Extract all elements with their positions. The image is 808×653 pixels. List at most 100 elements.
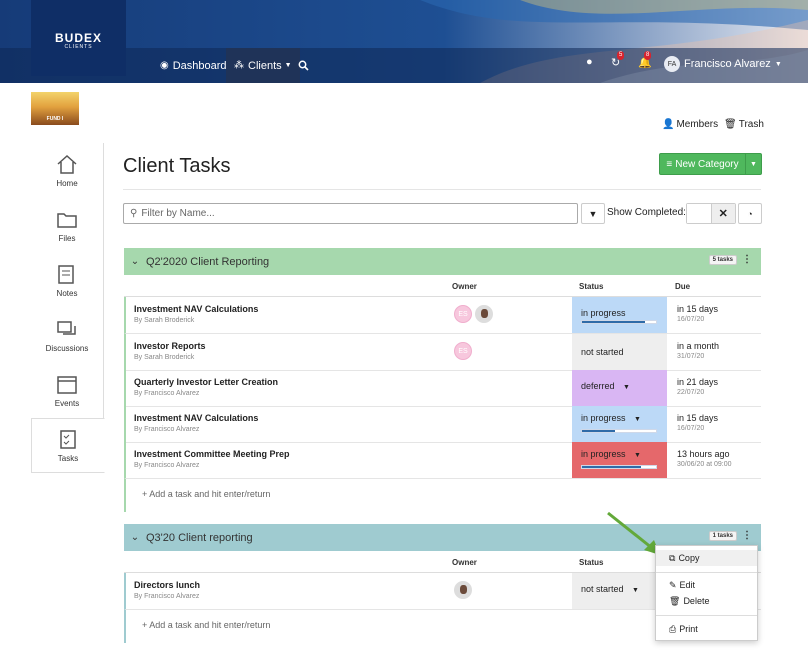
messages-badge: 5 <box>617 51 625 60</box>
menu-item-copy[interactable]: ⧉ Copy <box>656 550 757 566</box>
list-icon: ≡ <box>666 158 673 170</box>
kebab-menu-icon[interactable]: ⋮ <box>742 254 752 265</box>
due-date: 31/07/20 <box>677 353 705 360</box>
sidebar-item-files[interactable]: Files <box>31 198 103 253</box>
filter-button[interactable]: ▼ <box>581 203 605 224</box>
show-completed-label: Show Completed: <box>607 207 686 218</box>
column-due: Due <box>675 282 691 291</box>
search-icon: ⚲ <box>130 208 138 219</box>
calendar-icon <box>57 376 77 394</box>
sidebar: Home Files Notes Discussions Events Task… <box>31 143 105 473</box>
trash-label: Trash <box>738 119 764 130</box>
task-title[interactable]: Investment NAV Calculations <box>134 413 258 423</box>
nav-dashboard[interactable]: ◉ Dashboard <box>152 48 235 83</box>
user-menu[interactable]: FA Francisco Alvarez ▼ <box>664 56 782 72</box>
sidebar-item-notes[interactable]: Notes <box>31 253 103 308</box>
new-category-dropdown[interactable]: ▼ <box>746 161 761 168</box>
task-count-badge: 5 tasks <box>708 255 737 265</box>
trash-icon: 🗑 <box>724 119 737 130</box>
status-dropdown[interactable]: in progress ▼ <box>572 442 667 478</box>
new-category-label: New Category <box>675 158 739 170</box>
chevron-down-icon: ▼ <box>774 60 782 68</box>
task-title[interactable]: Investor Reports <box>134 341 206 351</box>
kebab-menu-icon[interactable]: ⋮ <box>742 530 752 541</box>
alerts-button[interactable]: 🔔 8 <box>638 51 652 69</box>
progress-bar <box>581 429 657 433</box>
sidebar-item-discussions[interactable]: Discussions <box>31 308 103 363</box>
task-title[interactable]: Quarterly Investor Letter Creation <box>134 377 278 387</box>
menu-item-print[interactable]: ⎙ Print <box>656 621 757 637</box>
sidebar-item-events[interactable]: Events <box>31 363 103 418</box>
status-dropdown[interactable]: not started ▼ <box>572 573 667 609</box>
due-relative: 13 hours ago <box>677 449 730 459</box>
search-button[interactable] <box>290 48 317 83</box>
task-author: By Francisco Alvarez <box>134 593 200 600</box>
new-category-main[interactable]: ≡ New Category <box>660 154 746 174</box>
sidebar-item-label: Files <box>58 234 76 243</box>
category-name: Q2'2020 Client Reporting <box>146 255 270 268</box>
fund-label: FUND I <box>46 116 64 122</box>
table-row[interactable]: Quarterly Investor Letter Creation By Fr… <box>124 370 761 407</box>
chevron-down-icon[interactable]: ⌄ <box>124 532 146 543</box>
trash-link[interactable]: 🗑 Trash <box>724 119 764 130</box>
table-row[interactable]: Investor Reports By Sarah Broderick ES n… <box>124 334 761 371</box>
toggle-off[interactable]: ✕ <box>711 204 735 223</box>
due-relative: in 15 days <box>677 413 719 423</box>
caret-down-icon: ▼ <box>634 452 641 459</box>
nav-clients-label: Clients <box>248 59 282 72</box>
new-category-button[interactable]: ≡ New Category ▼ <box>659 153 762 175</box>
trash-icon: 🗑 <box>669 595 681 606</box>
task-author: By Sarah Broderick <box>134 354 195 361</box>
category-header[interactable]: ⌄ Q2'2020 Client Reporting 5 tasks ⋮ <box>124 248 761 275</box>
chat-button[interactable]: ● <box>586 56 593 68</box>
avatar[interactable] <box>454 581 472 599</box>
members-link[interactable]: 👤 Members <box>662 119 718 130</box>
menu-item-delete[interactable]: 🗑 Delete <box>656 593 757 609</box>
avatar[interactable]: ES <box>454 305 472 323</box>
due-cell: 13 hours ago 30/06/20 at 09:00 <box>677 449 732 468</box>
status-label: not started <box>581 584 624 594</box>
sidebar-item-home[interactable]: Home <box>31 143 103 198</box>
show-completed-toggle[interactable]: ✕ <box>686 203 736 224</box>
nav-clients[interactable]: ⁂ Clients ▼ <box>226 48 300 83</box>
brand-name: BUDEX <box>54 31 102 45</box>
toggle-on[interactable] <box>687 204 712 223</box>
filter-placeholder: Filter by Name... <box>141 208 215 219</box>
top-bar: BUDEX CLIENTS ◉ Dashboard ⁂ Clients ▼ ● … <box>0 0 808 83</box>
task-count-badge: 1 tasks <box>708 531 737 541</box>
messages-button[interactable]: ↻ 5 <box>611 51 625 69</box>
progress-bar <box>581 465 657 469</box>
status-dropdown[interactable]: in progress <box>572 297 667 333</box>
alerts-badge: 8 <box>644 51 652 60</box>
search-icon <box>298 60 309 71</box>
filter-input[interactable]: ⚲ Filter by Name... <box>123 203 578 224</box>
chevron-down-icon[interactable]: ⌄ <box>124 256 146 267</box>
copy-icon: ⧉ <box>669 552 676 563</box>
chat-icon: ● <box>586 56 593 68</box>
menu-item-edit[interactable]: ✎ Edit <box>656 577 757 593</box>
table-row[interactable]: Investment NAV Calculations By Francisco… <box>124 406 761 443</box>
table-row[interactable]: Investment NAV Calculations By Sarah Bro… <box>124 297 761 334</box>
category-name: Q3'20 Client reporting <box>146 531 253 544</box>
brand-sub: CLIENTS <box>64 44 93 50</box>
status-dropdown[interactable]: not started <box>572 334 667 370</box>
avatar[interactable]: ES <box>454 342 472 360</box>
table-row[interactable]: Investment Committee Meeting Prep By Fra… <box>124 442 761 479</box>
status-dropdown[interactable]: deferred ▼ <box>572 370 667 406</box>
rss-icon: ◔ <box>747 208 753 219</box>
column-owner: Owner <box>452 282 477 291</box>
brand-logo[interactable]: BUDEX CLIENTS <box>31 0 126 76</box>
rss-button[interactable]: ◔ <box>738 203 762 224</box>
sidebar-item-tasks[interactable]: Tasks <box>31 418 105 473</box>
sidebar-item-label: Home <box>56 179 78 188</box>
due-cell: in 21 days 22/07/20 <box>677 377 718 396</box>
discussions-icon <box>57 321 76 335</box>
fund-image[interactable]: FUND I <box>31 92 79 125</box>
task-title[interactable]: Investment NAV Calculations <box>134 304 258 314</box>
task-title[interactable]: Investment Committee Meeting Prep <box>134 449 290 459</box>
task-title[interactable]: Directors lunch <box>134 580 200 590</box>
files-icon <box>57 213 77 228</box>
status-dropdown[interactable]: in progress ▼ <box>572 406 667 442</box>
avatar[interactable] <box>475 305 493 323</box>
task-author: By Francisco Alvarez <box>134 462 200 469</box>
